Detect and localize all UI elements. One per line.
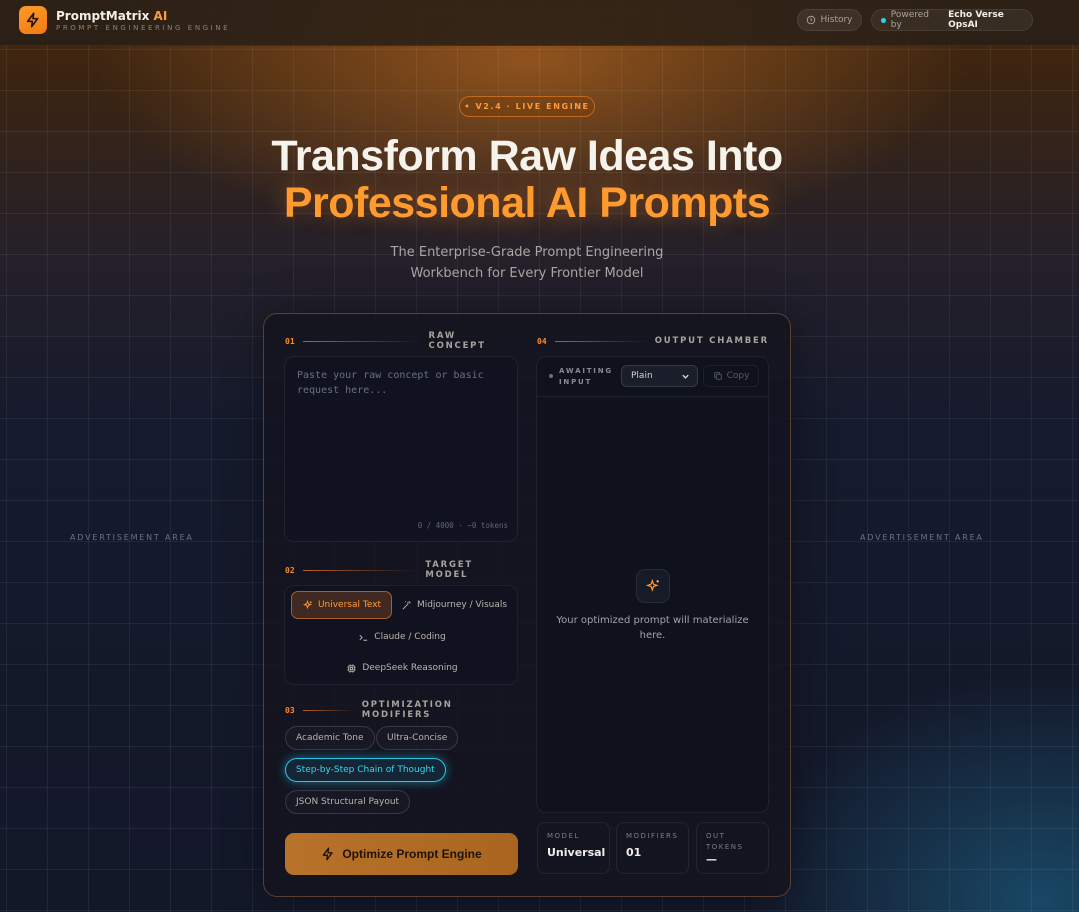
stat-modifiers: MODIFIERS 01	[616, 822, 689, 874]
ad-area-right: ADVERTISEMENT AREA	[860, 533, 984, 542]
model-deepseek-button[interactable]: DeepSeek Reasoning	[327, 654, 477, 682]
hero-subtitle-line2: Workbench for Every Frontier Model	[410, 266, 644, 281]
model-universal-text-button[interactable]: Universal Text	[291, 591, 392, 619]
section-title: OUTPUT CHAMBER	[654, 336, 769, 346]
version-badge: • V2.4 · LIVE ENGINE	[459, 96, 595, 117]
powered-name: Echo Verse OpsAI	[948, 10, 1004, 30]
lightning-icon	[26, 12, 39, 28]
logo[interactable]	[19, 6, 47, 34]
modifier-academic-tone-chip[interactable]: Academic Tone	[285, 726, 375, 750]
stat-key: MODIFIERS	[626, 832, 679, 840]
powered-prefix: Powered by	[890, 10, 929, 30]
stat-value: —	[706, 853, 717, 866]
copy-icon	[713, 372, 722, 380]
hero-subtitle: The Enterprise-Grade Prompt Engineering …	[0, 242, 1054, 284]
stat-value: Universal	[547, 846, 606, 859]
stat-model: MODEL Universal	[537, 822, 610, 874]
model-label: Claude / Coding	[374, 632, 446, 642]
stat-key: OUT TOKENS	[706, 832, 744, 851]
section-output-header: 04 OUTPUT CHAMBER	[537, 335, 769, 347]
output-toolbar: AWAITING INPUT Plain Copy	[537, 357, 768, 397]
output-placeholder-message: Your optimized prompt will materialize h…	[556, 615, 749, 641]
history-label: History	[820, 15, 853, 25]
sparkles-icon	[302, 599, 313, 609]
section-number: 04	[537, 336, 547, 346]
copy-button[interactable]: Copy	[703, 365, 759, 387]
empty-state-icon-box	[636, 569, 670, 603]
stat-out-tokens: OUT TOKENS —	[696, 822, 769, 874]
section-raw-concept-header: 01 RAW CONCEPT	[285, 331, 518, 351]
format-selected: Plain	[631, 371, 653, 381]
modifier-chain-of-thought-chip[interactable]: Step-by-Step Chain of Thought	[285, 758, 446, 782]
status-line2: INPUT	[559, 378, 593, 386]
section-number: 02	[285, 565, 295, 575]
magic-wand-icon	[402, 600, 411, 609]
section-divider	[302, 340, 421, 342]
hero-title-line2: Professional AI Prompts	[283, 179, 771, 227]
status-line1: AWAITING	[559, 367, 613, 375]
status-dot-icon	[881, 17, 886, 23]
model-label: DeepSeek Reasoning	[362, 663, 458, 673]
cpu-chip-icon	[347, 663, 356, 673]
ad-area-left: ADVERTISEMENT AREA	[70, 533, 194, 542]
status-dot-icon	[549, 374, 553, 378]
brand-name: PromptMatrix AI	[56, 9, 167, 23]
hero-title-line1: Transform Raw Ideas Into	[271, 132, 783, 180]
optimize-label: Optimize Prompt Engine	[342, 847, 482, 861]
section-divider	[302, 709, 354, 711]
powered-by-badge: Powered by Echo Verse OpsAI	[871, 9, 1033, 31]
section-modifiers-header: 03 OPTIMIZATION MODIFIERS	[285, 700, 518, 720]
model-claude-coding-button[interactable]: Claude / Coding	[335, 623, 469, 651]
history-button[interactable]: History	[797, 9, 862, 31]
target-model-panel: Universal Text Midjourney / Visuals Clau…	[284, 585, 518, 685]
brand-tagline: PROMPT ENGINEERING ENGINE	[56, 24, 231, 32]
lightning-icon	[322, 847, 334, 861]
model-label: Midjourney / Visuals	[416, 600, 508, 610]
chevron-down-icon	[682, 374, 689, 379]
optimize-button[interactable]: Optimize Prompt Engine	[285, 833, 518, 875]
section-target-model-header: 02 TARGET MODEL	[285, 560, 518, 580]
brand-accent: AI	[153, 9, 168, 23]
stat-value: 01	[626, 846, 642, 859]
output-format-select[interactable]: Plain	[621, 365, 698, 387]
hero-subtitle-line1: The Enterprise-Grade Prompt Engineering	[390, 245, 664, 260]
raw-concept-input[interactable]	[285, 357, 517, 507]
section-number: 03	[285, 705, 295, 715]
modifier-json-payout-chip[interactable]: JSON Structural Payout	[285, 790, 411, 814]
brand-main: PromptMatrix	[56, 9, 150, 23]
copy-label: Copy	[726, 371, 750, 381]
section-number: 01	[285, 336, 295, 346]
raw-concept-panel: 0 / 4000 · ~0 tokens	[284, 356, 518, 542]
section-title: OPTIMIZATION MODIFIERS	[361, 700, 453, 720]
terminal-icon	[359, 634, 368, 641]
char-token-counter: 0 / 4000 · ~0 tokens	[417, 521, 508, 530]
clock-icon	[807, 15, 816, 25]
top-bar: PromptMatrix AI PROMPT ENGINEERING ENGIN…	[0, 0, 1079, 46]
section-title: RAW CONCEPT	[428, 331, 486, 351]
stat-key: MODEL	[547, 832, 580, 840]
model-midjourney-button[interactable]: Midjourney / Visuals	[395, 591, 513, 619]
output-status: AWAITING INPUT	[549, 366, 619, 388]
section-title: TARGET MODEL	[425, 560, 473, 580]
sparkles-icon	[645, 578, 659, 592]
model-label: Universal Text	[317, 600, 382, 610]
section-divider	[554, 340, 645, 342]
modifier-ultra-concise-chip[interactable]: Ultra-Concise	[376, 726, 459, 750]
section-divider	[302, 569, 418, 571]
output-chamber-panel: AWAITING INPUT Plain Copy Your optimized…	[536, 356, 769, 813]
